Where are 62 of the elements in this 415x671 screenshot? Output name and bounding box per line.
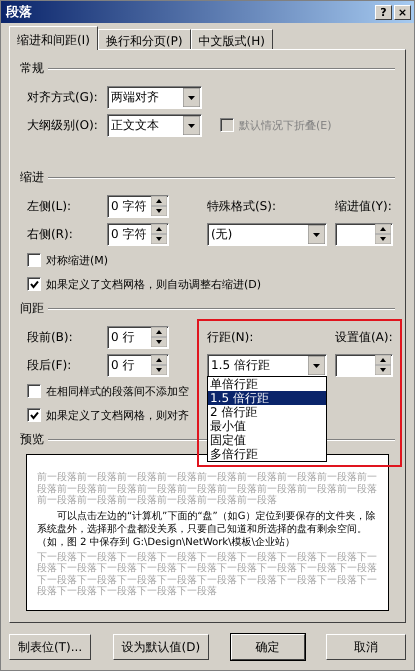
dialog-button[interactable]: 制表位(T)... — [9, 634, 92, 660]
dropdown-arrow-icon[interactable] — [183, 88, 200, 106]
dropdown-arrow-icon[interactable] — [308, 224, 325, 244]
spin-field[interactable]: 0 行 — [107, 326, 169, 348]
checkbox[interactable] — [27, 253, 41, 267]
tab[interactable]: 缩进和间距(I) — [9, 26, 98, 50]
close-button[interactable]: × — [394, 4, 411, 20]
spin-arrows-icon[interactable] — [151, 327, 167, 347]
tab[interactable]: 中文版式(H) — [190, 29, 273, 49]
spin-arrows-icon[interactable] — [375, 224, 391, 244]
checkbox-label: 对称缩进(M) — [46, 252, 108, 268]
dropdown-field[interactable]: 1.5 倍行距 — [207, 354, 327, 376]
spin-field[interactable] — [335, 222, 393, 246]
spin-arrows-icon[interactable] — [375, 355, 391, 375]
field-label: 特殊格式(S): — [207, 198, 278, 214]
spin-arrows-icon[interactable] — [151, 196, 167, 216]
dropdown-option[interactable]: 固定值 — [208, 432, 326, 446]
field-label: 段后(F): — [27, 356, 72, 374]
dropdown-field[interactable]: 正文文本 — [107, 114, 202, 136]
dialog-button[interactable]: 设为默认值(D) — [112, 634, 210, 660]
field-label: 段前(B): — [27, 328, 74, 346]
checkbox[interactable] — [27, 408, 41, 422]
section-title: 缩进 — [20, 169, 44, 186]
section-title: 常规 — [20, 60, 44, 77]
spin-field[interactable] — [335, 354, 393, 376]
dropdown-field[interactable]: 两端对齐 — [107, 86, 202, 108]
dropdown-option[interactable]: 最小值 — [208, 418, 326, 432]
dropdown-option[interactable]: 多倍行距 — [208, 446, 326, 460]
help-button[interactable]: ? — [375, 4, 392, 20]
spin-field[interactable]: 0 行 — [107, 354, 169, 376]
dialog-button[interactable]: 确定 — [230, 634, 305, 660]
window-title: 段落 — [6, 4, 32, 21]
checkbox-label: 如果定义了文档网格，则对齐 — [46, 408, 189, 422]
preview-next-paragraph: 下一段落下一段落下一段落下一段落下一段落下一段落下一段落下一段落下一段落下一段落下一段落下一段落下一段落下一段落下一段落下一段落下一段落下一段落下一段落下一段落下一段落下一段落下一段落下一段落下一段落下一段落下一段落下一段落下一段落下一段落 — [37, 552, 378, 598]
section-title: 预览 — [20, 431, 44, 448]
field-label: 左侧(L): — [27, 198, 72, 214]
checkbox[interactable] — [27, 384, 41, 398]
field-label: 大纲级别(O): — [27, 116, 99, 134]
spin-field[interactable]: 0 字符 — [107, 194, 169, 218]
checkbox-label: 默认情况下折叠(E) — [239, 118, 332, 132]
field-label: 设置值(A): — [335, 328, 393, 346]
dropdown-option[interactable]: 1.5 倍行距 — [208, 390, 326, 404]
spin-arrows-icon[interactable] — [151, 355, 167, 375]
field-label: 缩进值(Y): — [335, 198, 393, 214]
spin-field[interactable]: 0 字符 — [107, 222, 169, 246]
dropdown-arrow-icon[interactable] — [308, 356, 325, 374]
spin-arrows-icon[interactable] — [151, 224, 167, 244]
field-label: 行距(N): — [207, 328, 254, 346]
preview-paragraph: 可以点击左边的“计算机”下面的“盘”（如G）定位到要保存的文件夹，除系统盘外，选择那个盘都没关系，只要自己知道和所选择的盘有剩余空间。（如，图 2 中保存到 G:\Design\NetWork\模板\企业站） — [37, 510, 376, 548]
tab[interactable]: 换行和分页(P) — [98, 29, 191, 49]
dialog-button[interactable]: 取消 — [326, 634, 406, 660]
dropdown-arrow-icon[interactable] — [183, 116, 200, 134]
field-label: 右侧(R): — [27, 226, 74, 242]
checkbox-label: 在相同样式的段落间不添加空 — [46, 384, 189, 398]
dropdown-option[interactable]: 单倍行距 — [208, 376, 326, 390]
checkbox-label: 如果定义了文档网格，则自动调整右缩进(D) — [46, 276, 262, 292]
preview-previous-paragraph: 前一段落前一段落前一段落前一段落前一段落前一段落前一段落前一段落前一段落前一段落前一段落前一段落前一段落前一段落前一段落前一段落前一段落前一段落前一段落前一段落前一段落前一段落前一段落 — [37, 472, 378, 506]
dropdown-field[interactable]: (无) — [207, 222, 327, 246]
dropdown-option[interactable]: 2 倍行距 — [208, 404, 326, 418]
section-title: 间距 — [20, 300, 44, 317]
field-label: 对齐方式(G): — [27, 88, 99, 106]
checkbox[interactable] — [27, 277, 41, 291]
